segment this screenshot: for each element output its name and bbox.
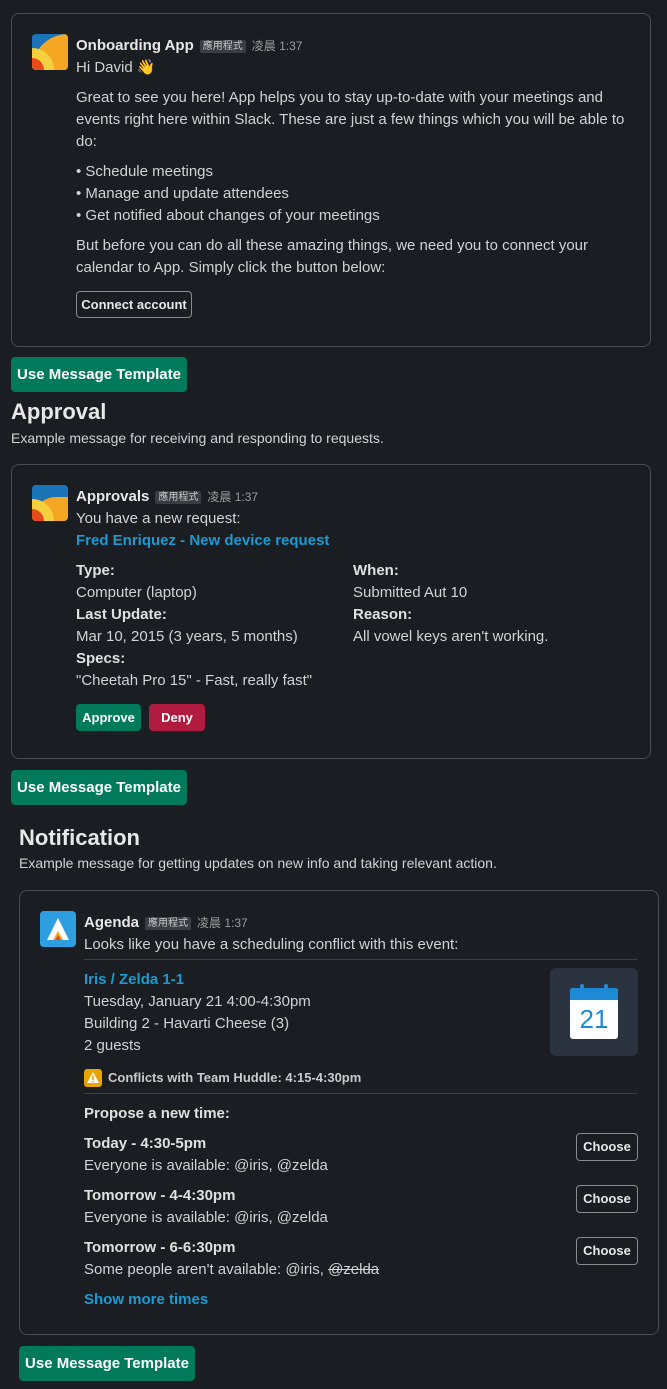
event-title-link[interactable]: Iris / Zelda 1-1 (84, 969, 184, 991)
app-tag: 應用程式 (199, 39, 246, 53)
connect-account-button[interactable]: Connect account (76, 291, 192, 318)
approvals-app-avatar[interactable] (32, 485, 68, 521)
specs-value: "Cheetah Pro 15" - Fast, really fast" (76, 672, 313, 689)
unavailable-user: @zelda (328, 1261, 380, 1278)
app-name[interactable]: Agenda (84, 912, 139, 934)
timestamp[interactable]: 凌晨 1:37 (197, 912, 248, 934)
option-time: Today - 4:30-5pm (84, 1135, 207, 1152)
onboarding-app-avatar[interactable] (32, 34, 68, 70)
message-header: Approvals 應用程式 凌晨 1:37 (76, 486, 636, 508)
option-availability: Everyone is available: @iris, @zelda (84, 1157, 328, 1174)
availability-prefix: Some people aren't available: @iris, (84, 1261, 329, 1278)
intro-line-3: do: (76, 133, 97, 150)
feature-list: • Schedule meetings • Manage and update … (76, 161, 636, 227)
conflict-intro: Looks like you have a scheduling conflic… (84, 936, 459, 953)
show-more-times-link[interactable]: Show more times (84, 1289, 208, 1311)
conflict-warning: Conflicts with Team Huddle: 4:15-4:30pm (84, 1067, 361, 1089)
option-time: Tomorrow - 4-4:30pm (84, 1187, 236, 1204)
message-header: Agenda 應用程式 凌晨 1:37 (84, 912, 644, 934)
onboarding-message-card: Onboarding App 應用程式 凌晨 1:37 Hi David 👋 G… (11, 13, 651, 347)
agenda-logo-icon (40, 911, 76, 947)
greeting-text: Hi David 👋 (76, 59, 156, 76)
event-guests: 2 guests (84, 1037, 141, 1054)
use-template-button[interactable]: Use Message Template (19, 1346, 195, 1381)
type-value: Computer (laptop) (76, 584, 197, 601)
option-availability: Everyone is available: @iris, @zelda (84, 1209, 328, 1226)
choose-button[interactable]: Choose (576, 1133, 638, 1161)
specs-label: Specs: (76, 650, 126, 667)
approval-message-card: Approvals 應用程式 凌晨 1:37 You have a new re… (11, 464, 651, 759)
request-intro: You have a new request: (76, 510, 241, 527)
type-label: Type: (76, 562, 115, 579)
intro-line-2: events right here within Slack. These ar… (76, 111, 625, 128)
divider (84, 959, 637, 960)
feature-item: • Schedule meetings (76, 163, 213, 180)
agenda-app-avatar[interactable] (40, 911, 76, 947)
propose-label: Propose a new time: (84, 1105, 230, 1122)
outro-line-2: calendar to App. Simply click the button… (76, 259, 386, 276)
divider (84, 1093, 637, 1094)
app-tag: 應用程式 (155, 490, 202, 504)
deny-button[interactable]: Deny (149, 704, 205, 731)
approval-section-title: Approval (11, 399, 107, 424)
calendar-day: 21 (579, 1004, 609, 1034)
approval-message-body: Approvals 應用程式 凌晨 1:37 You have a new re… (76, 486, 636, 552)
intro-line-1: Great to see you here! App helps you to … (76, 89, 603, 106)
timestamp[interactable]: 凌晨 1:37 (252, 35, 303, 57)
use-template-button[interactable]: Use Message Template (11, 770, 187, 805)
approvals-logo-icon (32, 485, 68, 521)
agenda-message-body: Agenda 應用程式 凌晨 1:37 Looks like you have … (84, 912, 644, 956)
event-location: Building 2 - Havarti Cheese (3) (84, 1015, 290, 1032)
outro-line-1: But before you can do all these amazing … (76, 237, 588, 254)
notification-section-title: Notification (19, 825, 140, 850)
app-tag: 應用程式 (145, 916, 192, 930)
feature-item: • Manage and update attendees (76, 185, 289, 202)
event-date: Tuesday, January 21 4:00-4:30pm (84, 993, 311, 1010)
when-value: Submitted Aut 10 (353, 584, 468, 601)
when-label: When: (353, 562, 399, 579)
last-update-label: Last Update: (76, 606, 167, 623)
notification-section-description: Example message for getting updates on n… (19, 855, 497, 871)
warning-icon (84, 1069, 102, 1087)
last-update-value: Mar 10, 2015 (3 years, 5 months) (76, 628, 298, 645)
app-name[interactable]: Onboarding App (76, 35, 194, 57)
message-header: Onboarding App 應用程式 凌晨 1:37 (76, 35, 636, 57)
approval-section-description: Example message for receiving and respon… (11, 430, 384, 446)
approve-button[interactable]: Approve (76, 704, 141, 731)
choose-button[interactable]: Choose (576, 1185, 638, 1213)
onboarding-logo-icon (32, 34, 68, 70)
app-name[interactable]: Approvals (76, 486, 149, 508)
feature-item: • Get notified about changes of your mee… (76, 207, 380, 224)
option-time: Tomorrow - 6-6:30pm (84, 1239, 236, 1256)
agenda-message-card: Agenda 應用程式 凌晨 1:37 Looks like you have … (19, 890, 659, 1335)
reason-value: All vowel keys aren't working. (353, 628, 549, 645)
calendar-thumbnail: 21 (550, 968, 638, 1056)
option-availability: Some people aren't available: @iris, @ze… (84, 1259, 379, 1281)
reason-label: Reason: (353, 606, 413, 623)
request-link[interactable]: Fred Enriquez - New device request (76, 530, 636, 552)
onboarding-message-body: Onboarding App 應用程式 凌晨 1:37 Hi David 👋 G… (76, 35, 636, 279)
timestamp[interactable]: 凌晨 1:37 (207, 486, 258, 508)
choose-button[interactable]: Choose (576, 1237, 638, 1265)
use-template-button[interactable]: Use Message Template (11, 357, 187, 392)
conflict-text: Conflicts with Team Huddle: 4:15-4:30pm (108, 1070, 362, 1085)
